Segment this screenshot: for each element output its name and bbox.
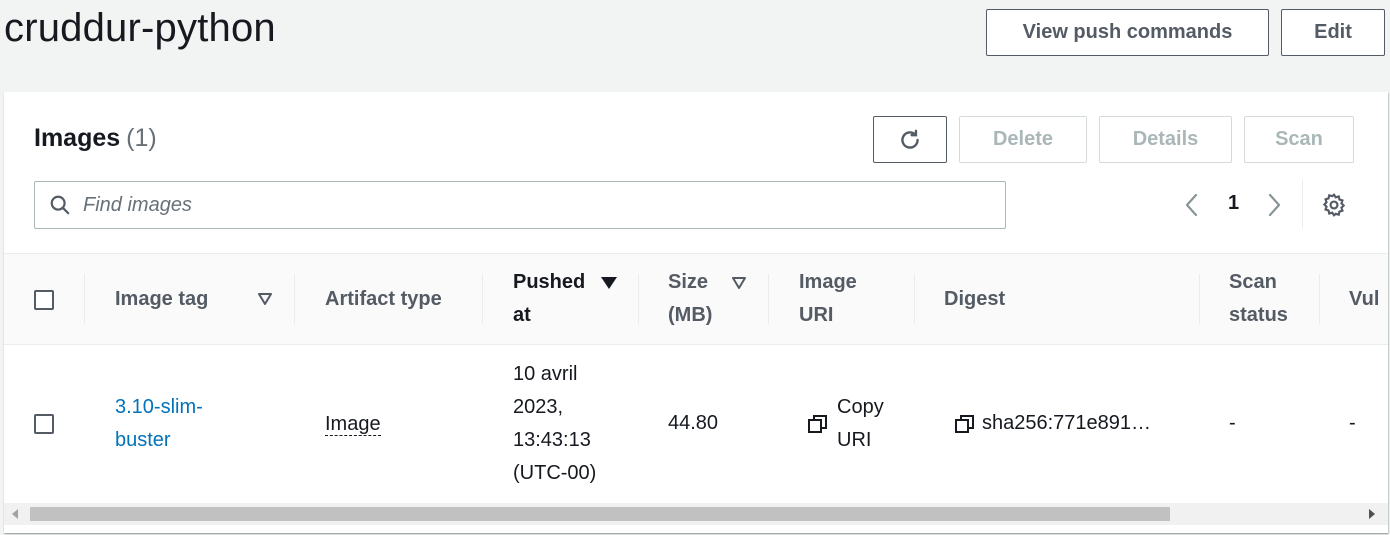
horizontal-scrollbar[interactable] (4, 503, 1388, 525)
column-header-pushed-at-line2: at (513, 304, 531, 326)
column-header-image-uri-line2: URI (799, 304, 834, 326)
column-divider (482, 274, 483, 324)
image-tag-link[interactable]: 3.10-slim- buster (115, 391, 203, 457)
column-divider (638, 274, 639, 324)
images-heading: Images (1) (34, 124, 157, 153)
sort-down-icon[interactable] (731, 276, 747, 290)
page-number[interactable]: 1 (1228, 192, 1239, 215)
images-panel: Images(1) Delete Details Scan 1 Image ta… (4, 92, 1388, 533)
sort-down-icon[interactable] (257, 292, 273, 306)
row-checkbox[interactable] (34, 414, 54, 434)
image-tag-line2: buster (115, 429, 171, 451)
details-button[interactable]: Details (1099, 116, 1232, 163)
column-header-pushed-at[interactable]: Pushed at (513, 266, 585, 332)
copy-uri-line2: URI (837, 429, 872, 451)
copy-icon[interactable] (954, 413, 976, 435)
chevron-left-icon[interactable] (1180, 192, 1204, 218)
column-header-scan-status-line1: Scan (1229, 271, 1277, 293)
select-all-checkbox[interactable] (34, 290, 54, 310)
delete-button[interactable]: Delete (959, 116, 1087, 163)
copy-uri-line1: Copy (837, 396, 884, 418)
search-icon (49, 194, 71, 216)
view-push-commands-button[interactable]: View push commands (986, 9, 1269, 56)
images-count: (1) (126, 124, 157, 152)
scroll-left-arrow[interactable] (12, 509, 18, 519)
pushed-at-line3: 13:43:13 (513, 429, 591, 451)
column-divider (1319, 274, 1320, 324)
sort-down-icon[interactable] (600, 276, 618, 290)
copy-uri-button[interactable]: Copy URI (837, 391, 884, 457)
scroll-thumb[interactable] (30, 507, 1170, 521)
column-divider (294, 274, 295, 324)
scan-button[interactable]: Scan (1244, 116, 1354, 163)
refresh-icon (901, 129, 919, 149)
column-divider (84, 274, 85, 324)
artifact-type-cell: Image (325, 408, 381, 441)
find-images-input[interactable] (83, 193, 963, 217)
column-divider (1199, 274, 1200, 324)
copy-icon[interactable] (807, 413, 829, 435)
edit-button[interactable]: Edit (1281, 9, 1385, 56)
chevron-right-icon[interactable] (1262, 192, 1286, 218)
column-header-image-tag[interactable]: Image tag (115, 283, 208, 316)
image-tag-line1: 3.10-slim- (115, 396, 203, 418)
scroll-right-arrow[interactable] (1369, 509, 1375, 519)
refresh-button[interactable] (873, 116, 947, 163)
digest-value[interactable]: sha256:771e891… (982, 407, 1151, 440)
vulnerabilities-value: - (1349, 412, 1356, 434)
pager-divider (1302, 180, 1303, 228)
column-divider (914, 274, 915, 324)
column-header-size-line1: Size (668, 271, 709, 293)
column-divider (768, 274, 769, 324)
column-header-size-line2: (MB) (668, 304, 713, 326)
column-header-digest: Digest (944, 288, 1006, 310)
column-header-image-uri: Image URI (799, 266, 857, 332)
column-header-scan-status-line2: status (1229, 304, 1288, 326)
scan-status-value: - (1229, 412, 1236, 434)
images-heading-label: Images (34, 124, 121, 152)
column-header-vulnerabilities: Vul (1349, 288, 1380, 310)
search-box (34, 181, 1006, 229)
page-title: cruddur-python (4, 6, 276, 50)
artifact-type-value[interactable]: Image (325, 413, 381, 436)
pushed-at-line2: 2023, (513, 396, 564, 418)
column-header-scan-status: Scan status (1229, 266, 1288, 332)
pushed-at-cell: 10 avril 2023, 13:43:13 (UTC-00) (513, 358, 596, 490)
column-header-pushed-at-line1: Pushed (513, 271, 586, 293)
pushed-at-line4: (UTC-00) (513, 462, 597, 484)
table-header: Image tag Artifact type Pushed at Size (… (4, 253, 1388, 345)
column-header-image-uri-line1: Image (799, 271, 857, 293)
size-cell: 44.80 (668, 412, 719, 434)
column-header-size[interactable]: Size (MB) (668, 266, 712, 332)
column-header-artifact-type[interactable]: Artifact type (325, 283, 442, 316)
gear-icon[interactable] (1321, 192, 1347, 218)
pushed-at-line1: 10 avril (513, 363, 578, 385)
table-row: 3.10-slim- buster Image 10 avril 2023, 1… (4, 345, 1388, 503)
